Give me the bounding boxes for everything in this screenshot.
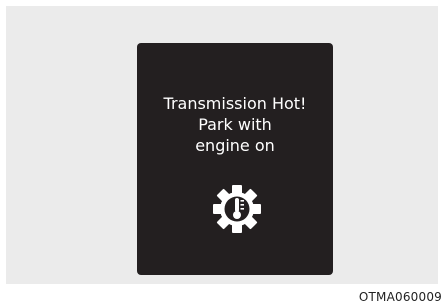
cluster-display: Transmission Hot! Park with engine on [137, 43, 333, 275]
warning-message: Transmission Hot! Park with engine on [137, 93, 333, 156]
warning-line-3: engine on [195, 136, 275, 155]
figure-background: Transmission Hot! Park with engine on [6, 6, 438, 284]
warning-line-2: Park with [198, 115, 272, 134]
warning-line-1: Transmission Hot! [163, 94, 307, 113]
figure-code: OTMA060009 [358, 290, 442, 304]
transmission-temperature-icon [213, 185, 261, 233]
